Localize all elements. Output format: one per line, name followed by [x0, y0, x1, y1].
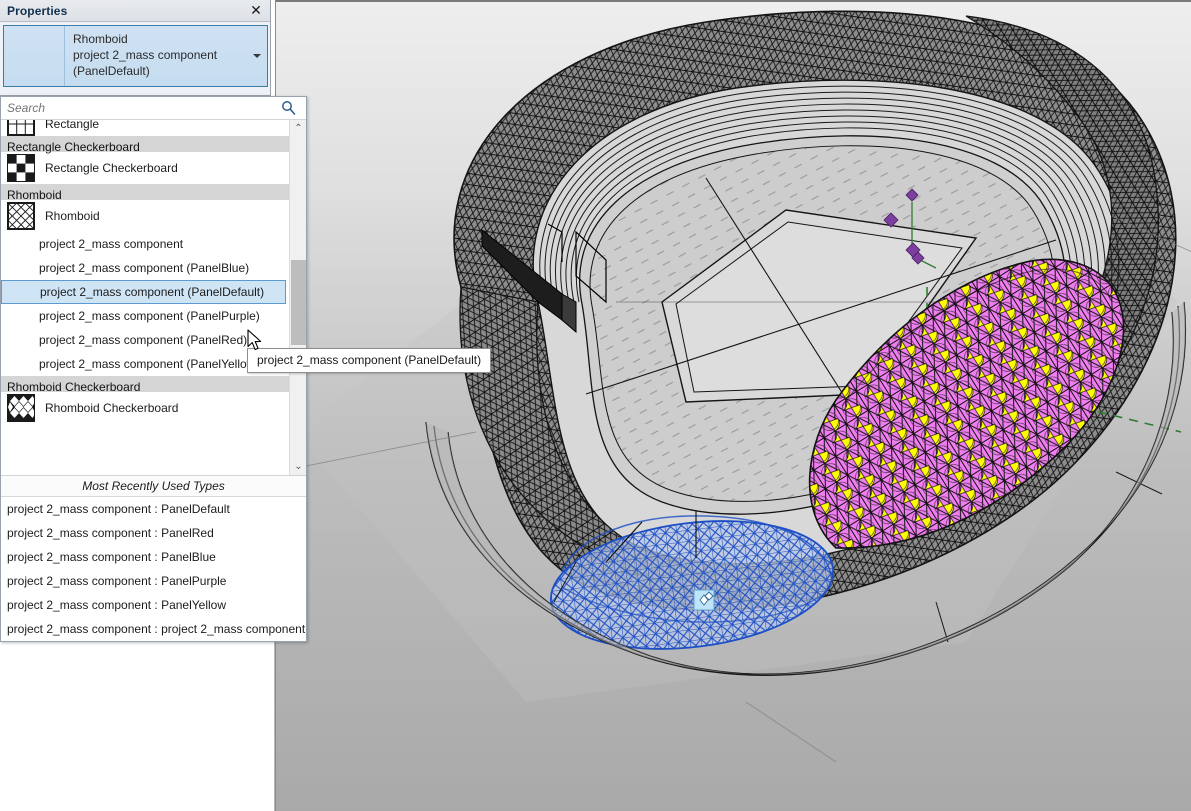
- properties-titlebar: Properties ✕: [0, 0, 270, 22]
- type-list[interactable]: Rectangle Rectangle Checkerboard Rectang…: [1, 120, 306, 476]
- mru-item[interactable]: project 2_mass component : PanelYellow: [1, 593, 306, 617]
- properties-palette: Properties ✕ Rhomboid project 2_mass com…: [0, 0, 271, 96]
- scroll-down-icon[interactable]: ⌄: [290, 458, 306, 475]
- type-preview-icon: [4, 26, 65, 86]
- list-item-subtype[interactable]: project 2_mass component: [1, 232, 290, 256]
- scrollbar-thumb[interactable]: [291, 260, 306, 345]
- list-item-label: Rectangle Checkerboard: [45, 161, 178, 175]
- list-item[interactable]: Rectangle Checkerboard: [1, 152, 290, 184]
- search-icon[interactable]: [281, 100, 296, 118]
- list-group-header: Rectangle Checkerboard: [1, 136, 290, 154]
- search-row[interactable]: [1, 97, 306, 120]
- component-marker-icon: [693, 589, 715, 611]
- mru-item[interactable]: project 2_mass component : PanelBlue: [1, 545, 306, 569]
- rectangle-grid-icon: [7, 120, 45, 136]
- list-item-subtype[interactable]: project 2_mass component (PanelPurple): [1, 304, 290, 328]
- list-item-label: project 2_mass component (PanelBlue): [39, 261, 250, 275]
- rhomboid-checkerboard-icon: [7, 394, 45, 422]
- list-item-label: project 2_mass component (PanelRed): [39, 333, 248, 347]
- rhomboid-icon: [7, 202, 45, 230]
- list-item-label: project 2_mass component (PanelDefault): [40, 285, 265, 299]
- type-name-line1: project 2_mass component: [73, 48, 218, 62]
- list-item-label: Rectangle: [45, 120, 100, 131]
- revit-3d-viewport[interactable]: [275, 0, 1191, 811]
- stadium-mass-model: [276, 10, 1191, 763]
- list-group-header: Rhomboid: [1, 184, 290, 202]
- mru-item[interactable]: project 2_mass component : PanelRed: [1, 521, 306, 545]
- list-item[interactable]: Rhomboid Checkerboard: [1, 392, 290, 424]
- search-input[interactable]: [1, 98, 259, 118]
- scroll-up-icon[interactable]: ⌃: [290, 120, 306, 137]
- type-selector-text: Rhomboid project 2_mass component (Panel…: [65, 26, 247, 86]
- list-item-subtype-selected[interactable]: project 2_mass component (PanelDefault): [1, 280, 286, 304]
- list-item-subtype[interactable]: project 2_mass component (PanelBlue): [1, 256, 290, 280]
- close-icon[interactable]: ✕: [248, 2, 264, 18]
- list-item-label: project 2_mass component: [39, 237, 184, 251]
- list-item-label: Rhomboid: [45, 209, 100, 223]
- list-item-label: Rhomboid Checkerboard: [45, 401, 179, 415]
- list-item[interactable]: Rhomboid: [1, 200, 290, 232]
- mru-item[interactable]: project 2_mass component : PanelDefault: [1, 497, 306, 521]
- mru-list: project 2_mass component : PanelDefault …: [1, 497, 306, 641]
- list-scrollbar[interactable]: ⌃ ⌄: [289, 120, 306, 475]
- arrow-pointer-icon: [247, 329, 265, 356]
- tooltip: project 2_mass component (PanelDefault): [247, 348, 492, 373]
- list-group-header: Rhomboid Checkerboard: [1, 376, 290, 394]
- type-name-line2: (PanelDefault): [73, 64, 150, 78]
- rectangle-checkerboard-icon: [7, 154, 45, 182]
- list-item-label: project 2_mass component (PanelPurple): [39, 309, 260, 323]
- mru-section-header: Most Recently Used Types: [1, 476, 306, 497]
- app-root: Properties ✕ Rhomboid project 2_mass com…: [0, 0, 1191, 811]
- type-family-name: Rhomboid: [73, 32, 128, 46]
- chevron-down-icon[interactable]: [247, 26, 267, 86]
- list-item-label: project 2_mass component (PanelYellow): [39, 357, 260, 371]
- page-title: Properties: [7, 3, 68, 18]
- type-selector-combobox[interactable]: Rhomboid project 2_mass component (Panel…: [3, 25, 268, 87]
- mru-item[interactable]: project 2_mass component : PanelPurple: [1, 569, 306, 593]
- mru-item[interactable]: project 2_mass component : project 2_mas…: [1, 617, 306, 641]
- type-list-inner: Rectangle Rectangle Checkerboard Rectang…: [1, 120, 290, 424]
- list-item[interactable]: Rectangle: [1, 120, 290, 136]
